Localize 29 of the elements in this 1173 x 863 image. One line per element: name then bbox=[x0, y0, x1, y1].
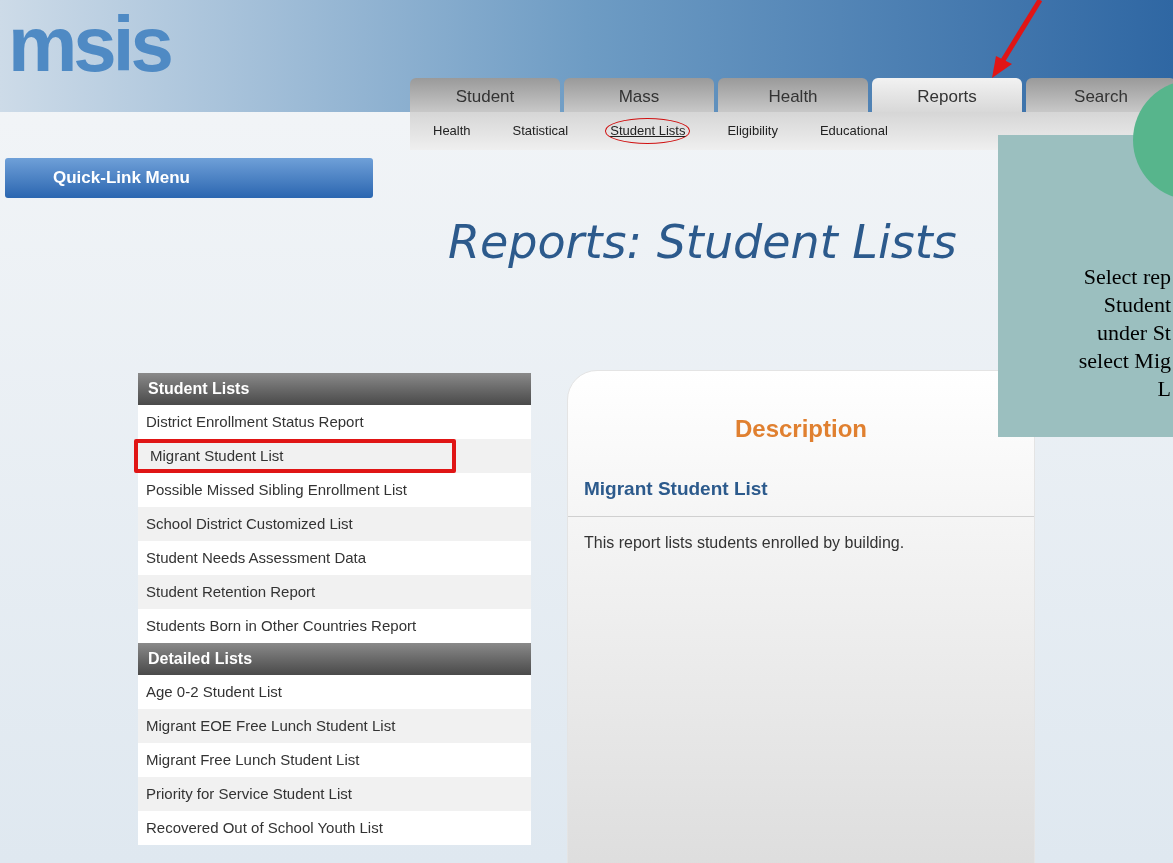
report-link[interactable]: Student Retention Report bbox=[138, 575, 531, 609]
nav-tab[interactable]: Mass bbox=[564, 78, 714, 112]
report-link[interactable]: Migrant Student List bbox=[134, 439, 456, 473]
annotation-text: Select rep Student under St select Mig L bbox=[1078, 263, 1171, 403]
page-title: Reports: Student Lists bbox=[448, 215, 957, 269]
report-link[interactable]: Recovered Out of School Youth List bbox=[138, 811, 531, 845]
report-link[interactable]: Student Needs Assessment Data bbox=[138, 541, 531, 575]
report-link[interactable]: Migrant EOE Free Lunch Student List bbox=[138, 709, 531, 743]
report-link[interactable]: Possible Missed Sibling Enrollment List bbox=[138, 473, 531, 507]
report-link[interactable]: Migrant Free Lunch Student List bbox=[138, 743, 531, 777]
list-heading: Detailed Lists bbox=[138, 643, 531, 675]
nav-tab[interactable]: Health bbox=[718, 78, 868, 112]
report-name: Migrant Student List bbox=[584, 477, 769, 501]
report-link[interactable]: Students Born in Other Countries Report bbox=[138, 609, 531, 643]
description-heading: Description bbox=[735, 414, 867, 444]
nav-tab[interactable]: Student bbox=[410, 78, 560, 112]
subtab[interactable]: Educational bbox=[814, 118, 893, 144]
report-link[interactable]: School District Customized List bbox=[138, 507, 531, 541]
list-heading: Student Lists bbox=[138, 373, 531, 405]
report-link[interactable]: District Enrollment Status Report bbox=[138, 405, 531, 439]
report-link[interactable]: Priority for Service Student List bbox=[138, 777, 531, 811]
subtab[interactable]: Statistical bbox=[507, 118, 574, 144]
logo: msis bbox=[8, 4, 170, 84]
nav-tab[interactable]: Reports bbox=[872, 78, 1022, 112]
report-description: This report lists students enrolled by building. bbox=[584, 532, 906, 553]
report-link[interactable]: Age 0-2 Student List bbox=[138, 675, 531, 709]
subtab[interactable]: Eligibility bbox=[722, 118, 783, 144]
quick-link-menu-button[interactable]: Quick-Link Menu bbox=[5, 158, 373, 198]
subtab[interactable]: Health bbox=[428, 118, 476, 144]
